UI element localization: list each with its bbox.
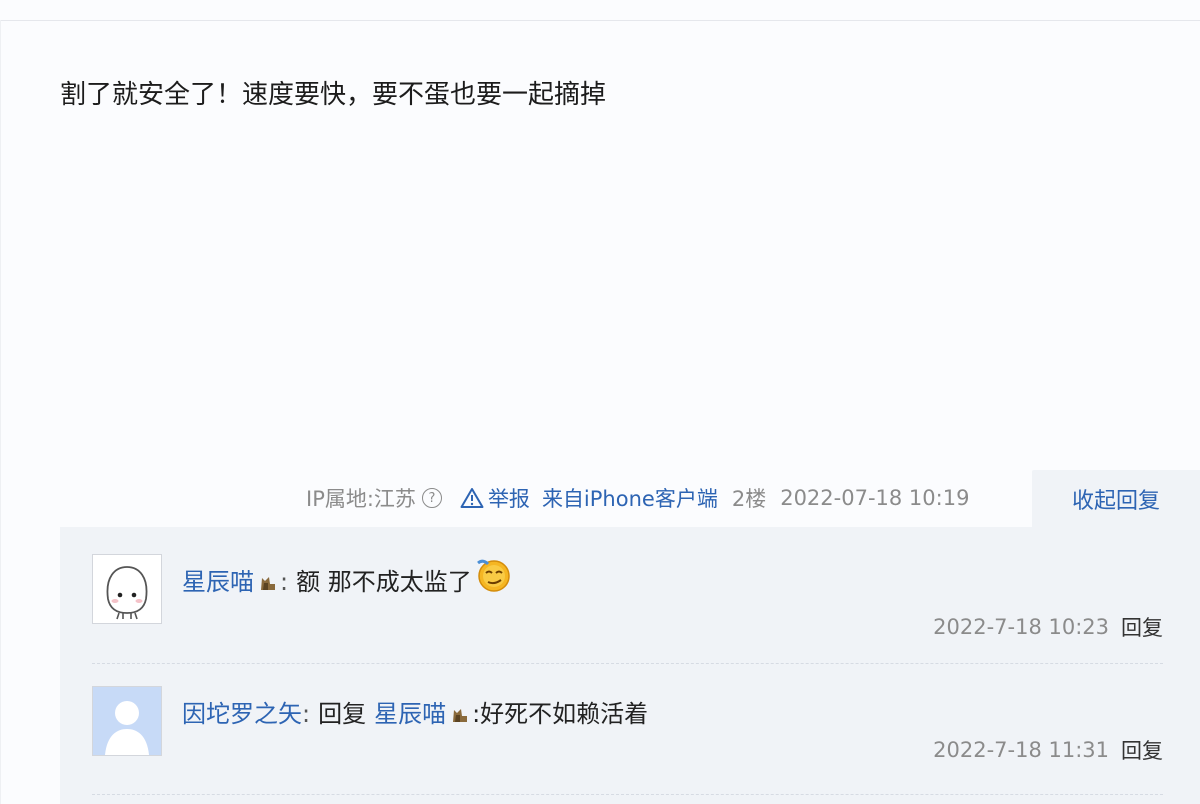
- left-border: [0, 20, 1, 804]
- reply-list: 星辰喵 : 额 那不成太监了 2022-7-18 10:23 回复 因坨罗之矢 …: [60, 527, 1200, 804]
- ip-location-group: IP属地:江苏 ?: [306, 483, 442, 513]
- reply-content: 额 那不成太监了: [296, 568, 472, 596]
- report-link[interactable]: 举报: [460, 483, 530, 513]
- reply-text: 因坨罗之矢 : 回复 星辰喵 :好死不如赖活着: [182, 694, 648, 734]
- colon: :: [302, 700, 311, 728]
- divider: [92, 794, 1163, 795]
- avatar[interactable]: [92, 686, 162, 756]
- username-link[interactable]: 星辰喵: [182, 562, 254, 602]
- reply-keyword: 回复: [318, 700, 367, 728]
- post-content: 割了就安全了！速度要快，要不蛋也要一起摘掉: [60, 80, 607, 110]
- post-time: 2022-07-18 10:19: [780, 486, 970, 510]
- username-link[interactable]: 因坨罗之矢: [182, 694, 302, 734]
- warning-triangle-icon: [460, 488, 484, 508]
- divider: [92, 663, 1163, 664]
- reply-text: 星辰喵 : 额 那不成太监了: [182, 559, 512, 602]
- cat-badge-icon: [453, 709, 468, 722]
- reply-meta: 2022-7-18 11:31 回复: [933, 735, 1163, 765]
- ip-location: IP属地:江苏: [306, 487, 416, 511]
- post-meta: IP属地:江苏 ? 举报 来自iPhone客户端 2楼 2022-07-18 1…: [306, 482, 969, 514]
- reply-button[interactable]: 回复: [1121, 735, 1163, 765]
- cat-badge-icon: [261, 577, 275, 590]
- reply-time: 2022-7-18 11:31: [933, 738, 1109, 762]
- reply-to-username-link[interactable]: 星辰喵: [374, 694, 446, 734]
- collapse-replies-button[interactable]: 收起回复: [1032, 470, 1200, 528]
- avatar[interactable]: [92, 554, 162, 624]
- question-circle-icon[interactable]: ?: [421, 488, 442, 508]
- report-label: 举报: [487, 487, 530, 511]
- cartoon-avatar-icon: [93, 555, 161, 623]
- smug-face-emoji-icon: [476, 559, 510, 592]
- top-divider: [0, 20, 1200, 21]
- list-item: 星辰喵 : 额 那不成太监了 2022-7-18 10:23 回复: [92, 554, 1163, 664]
- reply-content: :好死不如赖活着: [472, 700, 649, 728]
- reply-time: 2022-7-18 10:23: [933, 615, 1109, 639]
- client-link[interactable]: 来自iPhone客户端: [542, 483, 718, 513]
- default-avatar-icon: [93, 687, 161, 755]
- reply-meta: 2022-7-18 10:23 回复: [933, 612, 1163, 642]
- list-item: 因坨罗之矢 : 回复 星辰喵 :好死不如赖活着 2022-7-18 11:31 …: [92, 686, 1163, 786]
- reply-button[interactable]: 回复: [1121, 612, 1163, 642]
- colon: :: [280, 568, 289, 596]
- floor-number: 2楼: [731, 487, 767, 511]
